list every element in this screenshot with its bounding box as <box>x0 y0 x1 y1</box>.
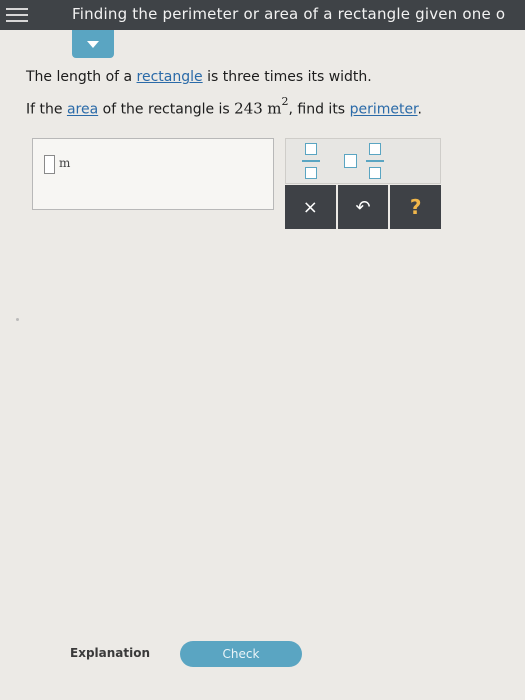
problem-text: If the <box>26 101 67 118</box>
help-button[interactable]: ? <box>390 185 442 229</box>
collapse-toggle-button[interactable] <box>72 30 114 58</box>
area-value: 243 <box>234 99 263 118</box>
problem-text: is three times its width. <box>202 69 372 85</box>
undo-button[interactable]: ↶ <box>337 185 389 229</box>
check-button[interactable]: Check <box>180 641 302 667</box>
denominator-box-icon <box>305 167 317 179</box>
decorative-dot <box>16 318 19 321</box>
keypad-template-row <box>285 138 441 184</box>
numerator-box-icon <box>369 143 381 155</box>
rectangle-link[interactable]: rectangle <box>137 69 203 85</box>
fraction-key[interactable] <box>298 143 324 179</box>
problem-text: of the rectangle is <box>98 101 235 118</box>
problem-statement: The length of a rectangle is three times… <box>26 64 506 124</box>
problem-text: . <box>417 101 422 118</box>
problem-line-2: If the area of the rectangle is 243 m2, … <box>26 91 506 124</box>
math-keypad: × ↶ ? <box>285 138 442 229</box>
chevron-down-icon <box>87 40 99 48</box>
clear-button[interactable]: × <box>285 185 336 229</box>
answer-input-box[interactable]: m <box>32 138 274 210</box>
mixed-number-whole-icon[interactable] <box>344 154 357 168</box>
answer-input-field[interactable] <box>44 155 55 174</box>
top-header: Finding the perimeter or area of a recta… <box>0 0 525 30</box>
denominator-box-icon <box>369 167 381 179</box>
page-title: Finding the perimeter or area of a recta… <box>72 5 506 23</box>
problem-line-1: The length of a rectangle is three times… <box>26 64 506 91</box>
keypad-action-row: × ↶ ? <box>285 185 442 229</box>
fraction-bar-icon <box>302 160 320 162</box>
answer-unit: m <box>59 156 71 170</box>
area-exponent: 2 <box>281 95 289 108</box>
area-link[interactable]: area <box>67 102 98 118</box>
area-unit: m <box>267 99 282 118</box>
mixed-number-key[interactable] <box>362 143 388 179</box>
problem-text: The length of a <box>26 69 137 85</box>
perimeter-link[interactable]: perimeter <box>350 102 418 118</box>
menu-icon[interactable] <box>6 0 34 30</box>
numerator-box-icon <box>305 143 317 155</box>
fraction-bar-icon <box>366 160 384 162</box>
problem-text: , find its <box>288 101 350 118</box>
explanation-button[interactable]: Explanation <box>70 646 150 660</box>
